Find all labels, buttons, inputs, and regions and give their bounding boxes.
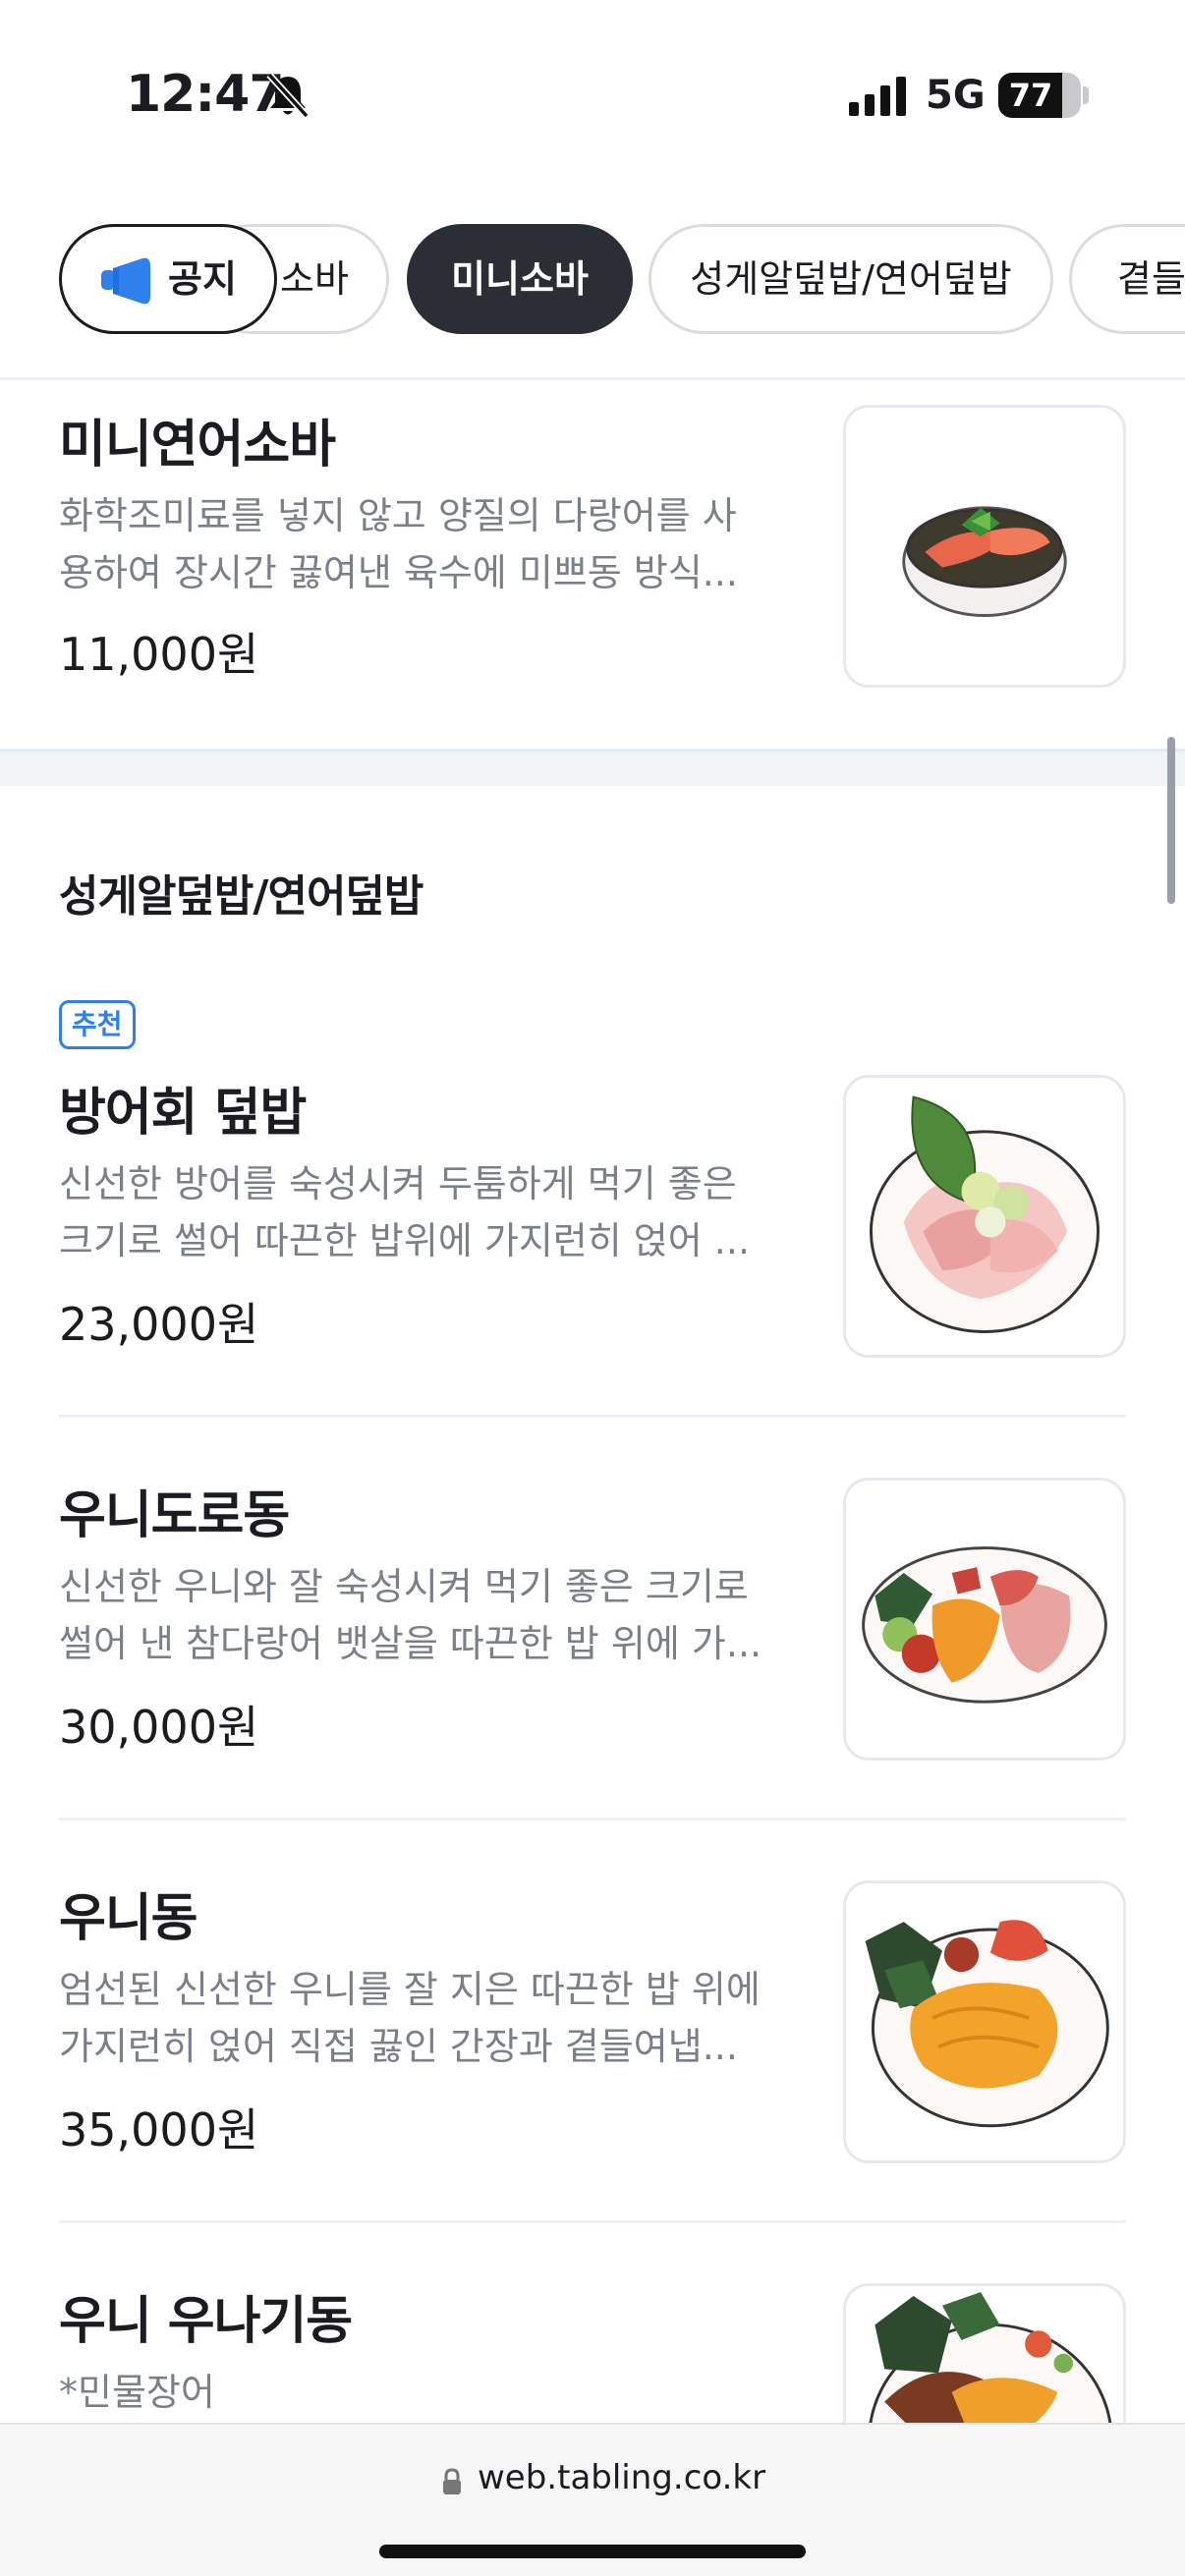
item-description: 엄선된 신선한 우니를 잘 지은 따끈한 밥 위에 가지런히 얹어 직접 끓인 … <box>59 1961 786 2075</box>
item-title: 미니연어소바 <box>59 416 336 475</box>
notice-label: 공지 <box>168 257 237 301</box>
tab-sea-urchin-salmon-bowl[interactable]: 성게알덮밥/연어덮밥 <box>649 224 1053 334</box>
item-title: 우니도로동 <box>59 1486 290 1545</box>
item-description-line: 가지런히 얹어 직접 끓인 간장과 곁들여냅... <box>59 2025 738 2068</box>
battery-cap <box>1083 86 1089 104</box>
section-gap <box>0 749 1185 786</box>
item-description-line: 엄선된 신선한 우니를 잘 지은 따끈한 밥 위에 <box>59 1968 761 2011</box>
browser-url-bar[interactable]: web.tabling.co.kr <box>0 2423 1185 2576</box>
item-description: *민물장어 <box>59 2364 786 2421</box>
tab-mini-soba[interactable]: 미니소바 <box>407 224 633 334</box>
status-time: 12:47 <box>126 65 285 124</box>
row-divider <box>59 1818 1126 1820</box>
item-description: 화학조미료를 넣지 않고 양질의 다랑어를 사 용하여 장시간 끓여낸 육수에 … <box>59 487 786 601</box>
network-type: 5G <box>926 73 986 118</box>
home-indicator[interactable] <box>379 2545 806 2558</box>
status-bar: 12:47 5G 77 <box>0 0 1185 187</box>
url-text: web.tabling.co.kr <box>478 2458 766 2497</box>
item-image <box>843 1478 1126 1761</box>
row-divider <box>59 2220 1126 2223</box>
megaphone-icon <box>101 257 150 305</box>
item-title: 우니동 <box>59 1889 198 1948</box>
item-description-line: 신선한 방어를 숙성시켜 두툼하게 먹기 좋은 <box>59 1162 737 1205</box>
battery-icon: 77 <box>998 73 1081 118</box>
item-description-line: 썰어 낸 참다랑어 뱃살을 따끈한 밥 위에 가... <box>59 1622 762 1665</box>
item-description-line: 화학조미료를 넣지 않고 양질의 다랑어를 사 <box>59 494 737 537</box>
category-tabs: 소바 미니소바 성게알덮밥/연어덮밥 곁들 공지 <box>0 220 1185 338</box>
item-image <box>843 1880 1126 2163</box>
section-title: 성게알덮밥/연어덮밥 <box>59 871 423 922</box>
row-divider <box>59 1415 1126 1418</box>
item-description: 신선한 우니와 잘 숙성시켜 먹기 좋은 크기로 썰어 낸 참다랑어 뱃살을 따… <box>59 1558 786 1672</box>
lock-icon <box>443 2468 461 2494</box>
signal-icon <box>849 77 906 116</box>
item-description-line: *민물장어 <box>59 2371 215 2414</box>
tab-sides[interactable]: 곁들 <box>1069 224 1185 334</box>
item-price: 11,000원 <box>59 628 259 681</box>
item-title: 우니 우나기동 <box>59 2292 353 2351</box>
scrollbar[interactable] <box>1167 737 1175 904</box>
item-image <box>843 2283 1126 2440</box>
item-description-line: 신선한 우니와 잘 숙성시켜 먹기 좋은 크기로 <box>59 1565 749 1608</box>
tab-divider <box>0 377 1185 380</box>
item-description: 신선한 방어를 숙성시켜 두툼하게 먹기 좋은 크기로 썰어 따끈한 밥위에 가… <box>59 1155 786 1269</box>
battery-level: 77 <box>1008 77 1053 114</box>
item-price: 30,000원 <box>59 1701 259 1754</box>
item-price: 23,000원 <box>59 1298 259 1351</box>
item-title: 방어회 덮밥 <box>59 1084 307 1143</box>
item-image <box>843 405 1126 688</box>
recommended-badge: 추천 <box>59 1000 136 1049</box>
notice-button[interactable]: 공지 <box>59 224 277 334</box>
item-description-line: 용하여 장시간 끓여낸 육수에 미쁘동 방식... <box>59 551 738 594</box>
item-image <box>843 1075 1126 1358</box>
item-price: 35,000원 <box>59 2103 259 2156</box>
bell-slash-icon <box>266 72 310 119</box>
item-description-line: 크기로 썰어 따끈한 밥위에 가지런히 얹어 ... <box>59 1219 751 1262</box>
